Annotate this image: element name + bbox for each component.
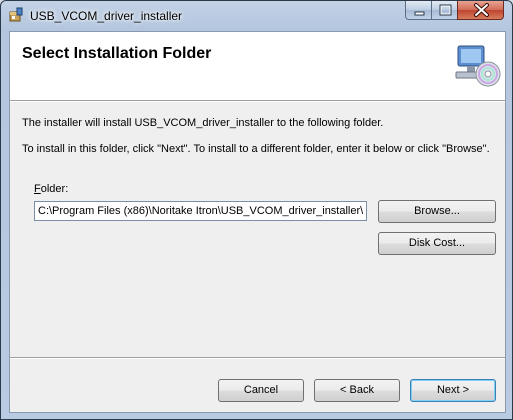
header-divider <box>10 101 505 102</box>
close-icon <box>474 3 489 17</box>
maximize-icon <box>439 4 452 16</box>
computer-cd-icon <box>454 42 502 90</box>
close-button[interactable] <box>457 1 504 20</box>
dialog-header: Select Installation Folder <box>10 32 505 101</box>
back-button[interactable]: < Back <box>314 379 400 402</box>
folder-label-mnemonic: F <box>34 183 41 195</box>
folder-label-rest: older: <box>40 183 69 195</box>
disk-cost-button[interactable]: Disk Cost... <box>378 232 496 255</box>
cancel-button[interactable]: Cancel <box>218 379 304 402</box>
title-bar[interactable]: USB_VCOM_driver_installer <box>1 1 512 31</box>
folder-label: Folder: <box>34 183 68 195</box>
installer-box-icon <box>8 7 24 23</box>
install-instructions: To install in this folder, click "Next".… <box>22 143 490 155</box>
folder-path-input[interactable] <box>34 201 367 221</box>
next-button[interactable]: Next > <box>410 379 496 402</box>
footer-divider-highlight <box>10 358 505 359</box>
page-title: Select Installation Folder <box>22 45 212 62</box>
install-description: The installer will install USB_VCOM_driv… <box>22 117 384 129</box>
browse-button[interactable]: Browse... <box>378 200 496 223</box>
maximize-button[interactable] <box>431 1 458 20</box>
minimize-icon <box>414 11 425 16</box>
window-title: USB_VCOM_driver_installer <box>30 9 183 23</box>
dialog-client-area: Select Installation Folder The installer… <box>9 31 506 413</box>
installer-window: USB_VCOM_driver_installer Select Install… <box>0 0 513 420</box>
minimize-button[interactable] <box>405 1 432 20</box>
